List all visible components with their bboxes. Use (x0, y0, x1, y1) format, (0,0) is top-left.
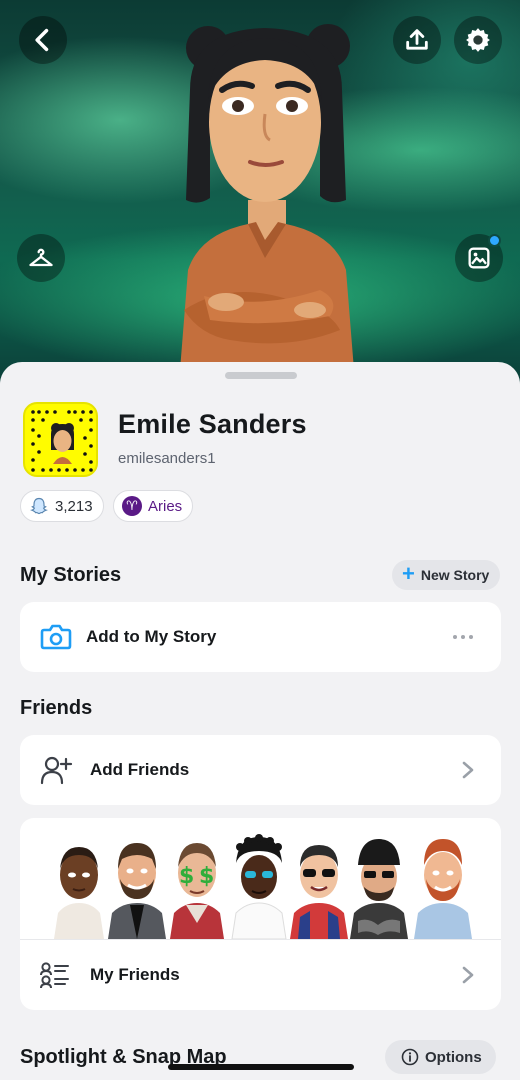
bitmoji-avatar[interactable] (170, 10, 360, 370)
friend-avatar (290, 845, 348, 939)
zodiac-chip[interactable]: ♈ Aries (113, 490, 194, 522)
options-label: Options (425, 1048, 482, 1066)
outfit-button[interactable] (17, 234, 65, 282)
friend-avatar (231, 834, 287, 939)
svg-text:$: $ (179, 864, 194, 889)
new-story-button[interactable]: + New Story (392, 560, 501, 590)
back-button[interactable] (19, 16, 67, 64)
friend-avatar: $ $ (170, 843, 224, 939)
snapcode[interactable] (23, 402, 98, 477)
add-to-story-label: Add to My Story (86, 627, 217, 646)
my-friends-card[interactable]: $ $ My Friends (20, 818, 501, 1010)
info-icon (401, 1048, 419, 1066)
chevron-right-icon (462, 761, 474, 779)
gear-icon (466, 28, 490, 52)
settings-button[interactable] (454, 16, 502, 64)
zodiac-label: Aries (148, 497, 183, 515)
upload-icon (406, 29, 428, 50)
friend-avatar (414, 839, 472, 939)
options-button[interactable]: Options (385, 1040, 496, 1074)
snap-score-chip[interactable]: 3,213 (20, 490, 104, 522)
ghost-icon (30, 497, 48, 515)
image-edit-icon (468, 247, 490, 269)
profile-sheet: Emile Sanders emilesanders1 3,213 ♈ Arie… (0, 362, 520, 1080)
edit-background-button[interactable] (455, 234, 503, 282)
add-friends-card[interactable]: Add Friends (20, 735, 501, 805)
more-options-icon[interactable] (453, 635, 473, 639)
svg-text:$: $ (199, 864, 214, 889)
snap-score-value: 3,213 (55, 497, 93, 515)
display-name: Emile Sanders (118, 409, 307, 439)
new-story-label: New Story (420, 567, 490, 583)
add-friend-icon (40, 756, 73, 785)
my-friends-label: My Friends (90, 965, 180, 984)
hanger-icon (29, 248, 53, 267)
sheet-grabber[interactable] (225, 372, 297, 379)
notification-dot (488, 234, 501, 247)
friend-avatar (108, 843, 166, 939)
friends-bitmoji-strip: $ $ (20, 818, 501, 940)
friends-list-icon (40, 962, 69, 989)
plus-icon: + (402, 561, 415, 586)
username: emilesanders1 (118, 450, 216, 467)
add-friends-label: Add Friends (90, 760, 190, 779)
profile-hero (0, 0, 520, 400)
chevron-right-icon (462, 966, 474, 984)
friend-avatar (54, 847, 104, 939)
home-indicator[interactable] (168, 1064, 354, 1070)
my-stories-title: My Stories (20, 564, 122, 586)
friends-title: Friends (20, 697, 93, 719)
camera-icon (40, 624, 72, 650)
add-to-story-card[interactable]: Add to My Story (20, 602, 501, 672)
aries-icon: ♈ (122, 496, 142, 516)
share-profile-button[interactable] (393, 16, 441, 64)
snapcode-dots (31, 410, 93, 472)
friend-avatar (350, 839, 408, 939)
chevron-left-icon (35, 28, 49, 52)
